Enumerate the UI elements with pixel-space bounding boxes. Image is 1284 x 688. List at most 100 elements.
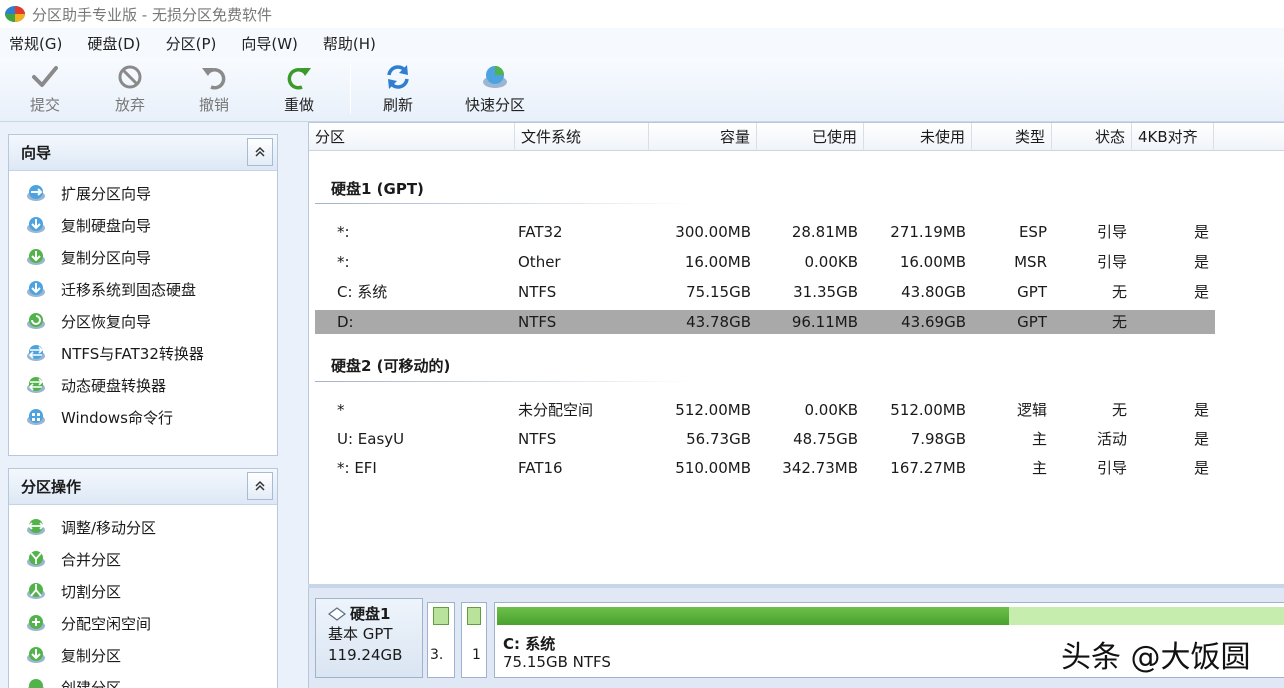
partition-label: 1 [472, 647, 481, 663]
wizard-item-label: 迁移系统到固态硬盘 [61, 280, 197, 299]
wizard-item-migrate-os[interactable]: 迁移系统到固态硬盘 [9, 273, 277, 305]
disk-card[interactable]: 硬盘1 基本 GPT 119.24GB [315, 598, 423, 678]
table-row[interactable]: *: EFI FAT16 510.00MB 342.73MB 167.27MB … [315, 456, 1215, 480]
redo-button[interactable]: 重做 [264, 62, 334, 118]
cell-partition: U: EasyU [337, 430, 405, 448]
wizard-item-label: NTFS与FAT32转换器 [61, 344, 204, 363]
disk-icon [328, 606, 346, 621]
ops-item-create[interactable]: 创建分区 [9, 671, 277, 688]
col-filesystem[interactable]: 文件系统 [515, 123, 649, 151]
disk-heading-underline [315, 203, 695, 204]
menu-help[interactable]: 帮助(H) [323, 33, 376, 54]
table-row[interactable]: U: EasyU NTFS 56.73GB 48.75GB 7.98GB 主 活… [315, 427, 1215, 451]
ops-item-allocate-free[interactable]: 分配空闲空间 [9, 607, 277, 639]
wizard-collapse-button[interactable] [247, 138, 273, 166]
ops-item-merge[interactable]: 合并分区 [9, 543, 277, 575]
cell-used: 96.11MB [791, 313, 858, 331]
sidebar: 向导 扩展分区向导 复制硬盘向导 复制分区向导 迁移系统到固态硬盘 分区恢复向导… [0, 122, 300, 688]
table-row[interactable]: *: FAT32 300.00MB 28.81MB 271.19MB ESP 引… [315, 220, 1215, 244]
ops-item-split[interactable]: 切割分区 [9, 575, 277, 607]
allocate-space-icon [27, 615, 45, 631]
col-partition[interactable]: 分区 [309, 123, 515, 151]
col-unused[interactable]: 未使用 [864, 123, 972, 151]
app-logo-icon [5, 6, 25, 22]
undo-icon [202, 68, 226, 90]
disk-map-partition[interactable]: 3. [427, 602, 455, 678]
wizard-item-extend-partition[interactable]: 扩展分区向导 [9, 177, 277, 209]
cell-type: GPT [1017, 283, 1047, 301]
dynamic-disk-converter-icon [27, 377, 45, 393]
table-row[interactable]: *: Other 16.00MB 0.00KB 16.00MB MSR 引导 是 [315, 250, 1215, 274]
table-row[interactable]: C: 系统 NTFS 75.15GB 31.35GB 43.80GB GPT 无… [315, 280, 1215, 304]
refresh-button[interactable]: 刷新 [363, 62, 433, 118]
quick-partition-label: 快速分区 [464, 96, 525, 114]
copy-partition-icon [27, 647, 45, 663]
discard-icon [118, 65, 142, 89]
refresh-label: 刷新 [382, 96, 413, 114]
extend-partition-icon [27, 185, 45, 201]
merge-partition-icon [27, 551, 45, 567]
wizard-item-copy-partition[interactable]: 复制分区向导 [9, 241, 277, 273]
wizard-item-windows-cmd[interactable]: Windows命令行 [9, 401, 277, 433]
copy-partition-icon [27, 249, 45, 265]
split-partition-icon [27, 583, 45, 599]
redo-icon [287, 68, 311, 90]
wizard-panel-header: 向导 [9, 135, 277, 171]
cell-capacity: 56.73GB [686, 430, 751, 448]
discard-button[interactable]: 放弃 [95, 62, 165, 118]
col-type[interactable]: 类型 [972, 123, 1052, 151]
cell-capacity: 43.78GB [686, 313, 751, 331]
cell-partition: *: EFI [337, 459, 377, 477]
cell-unused: 7.98GB [910, 430, 966, 448]
cell-status: 引导 [1096, 223, 1127, 241]
chevron-up-icon [255, 146, 265, 157]
menu-partition[interactable]: 分区(P) [166, 33, 217, 54]
cell-type: MSR [1014, 253, 1047, 271]
wizard-item-copy-disk[interactable]: 复制硬盘向导 [9, 209, 277, 241]
partition-usage-bar [433, 607, 449, 625]
cell-filesystem: NTFS [518, 430, 557, 448]
checkmark-icon [32, 66, 58, 87]
menu-disk[interactable]: 硬盘(D) [87, 33, 140, 54]
menu-general[interactable]: 常规(G) [9, 33, 62, 54]
disk-map-partition[interactable]: 1 [461, 602, 487, 678]
migrate-ssd-icon [27, 281, 45, 297]
ops-item-label: 复制分区 [61, 646, 122, 665]
copy-disk-icon [27, 217, 45, 233]
cell-type: 逻辑 [1016, 401, 1047, 419]
cell-unused: 43.80GB [901, 283, 966, 301]
cell-partition: *: [337, 223, 350, 241]
title-bar: 分区助手专业版 - 无损分区免费软件 [0, 0, 1284, 28]
partition-ops-panel-title: 分区操作 [21, 478, 82, 496]
wizard-item-label: 动态硬盘转换器 [61, 376, 167, 395]
col-4kb-align[interactable]: 4KB对齐 [1132, 123, 1214, 151]
cell-filesystem: 未分配空间 [518, 401, 594, 419]
disk-card-name: 硬盘1 [328, 603, 422, 624]
disk-name: 硬盘1 [350, 605, 391, 623]
cell-unused: 43.69GB [901, 313, 966, 331]
wizard-item-dynamic-disk[interactable]: 动态硬盘转换器 [9, 369, 277, 401]
commit-button[interactable]: 提交 [10, 62, 80, 118]
partition-ops-collapse-button[interactable] [247, 472, 273, 500]
col-status[interactable]: 状态 [1052, 123, 1132, 151]
quick-partition-button[interactable]: 快速分区 [460, 62, 530, 118]
ops-item-label: 切割分区 [61, 582, 122, 601]
cell-filesystem: FAT32 [518, 223, 563, 241]
ops-item-copy[interactable]: 复制分区 [9, 639, 277, 671]
table-row-selected[interactable]: D: NTFS 43.78GB 96.11MB 43.69GB GPT 无 [315, 310, 1215, 334]
undo-button[interactable]: 撤销 [179, 62, 249, 118]
table-row[interactable]: * 未分配空间 512.00MB 0.00KB 512.00MB 逻辑 无 是 [315, 398, 1215, 422]
wizard-item-ntfs-fat32[interactable]: NTFS与FAT32转换器 [9, 337, 277, 369]
wizard-panel-title: 向导 [21, 144, 52, 162]
col-used[interactable]: 已使用 [757, 123, 864, 151]
col-capacity[interactable]: 容量 [649, 123, 757, 151]
commit-label: 提交 [29, 96, 60, 114]
cell-4kb-align: 是 [1193, 430, 1209, 448]
menu-wizard[interactable]: 向导(W) [241, 33, 298, 54]
cell-filesystem: NTFS [518, 313, 557, 331]
menu-bar: 常规(G) 硬盘(D) 分区(P) 向导(W) 帮助(H) [0, 28, 1284, 58]
ops-item-resize-move[interactable]: 调整/移动分区 [9, 511, 277, 543]
cell-status: 无 [1111, 313, 1127, 331]
disk-size: 119.24GB [328, 646, 403, 664]
wizard-item-partition-recovery[interactable]: 分区恢复向导 [9, 305, 277, 337]
